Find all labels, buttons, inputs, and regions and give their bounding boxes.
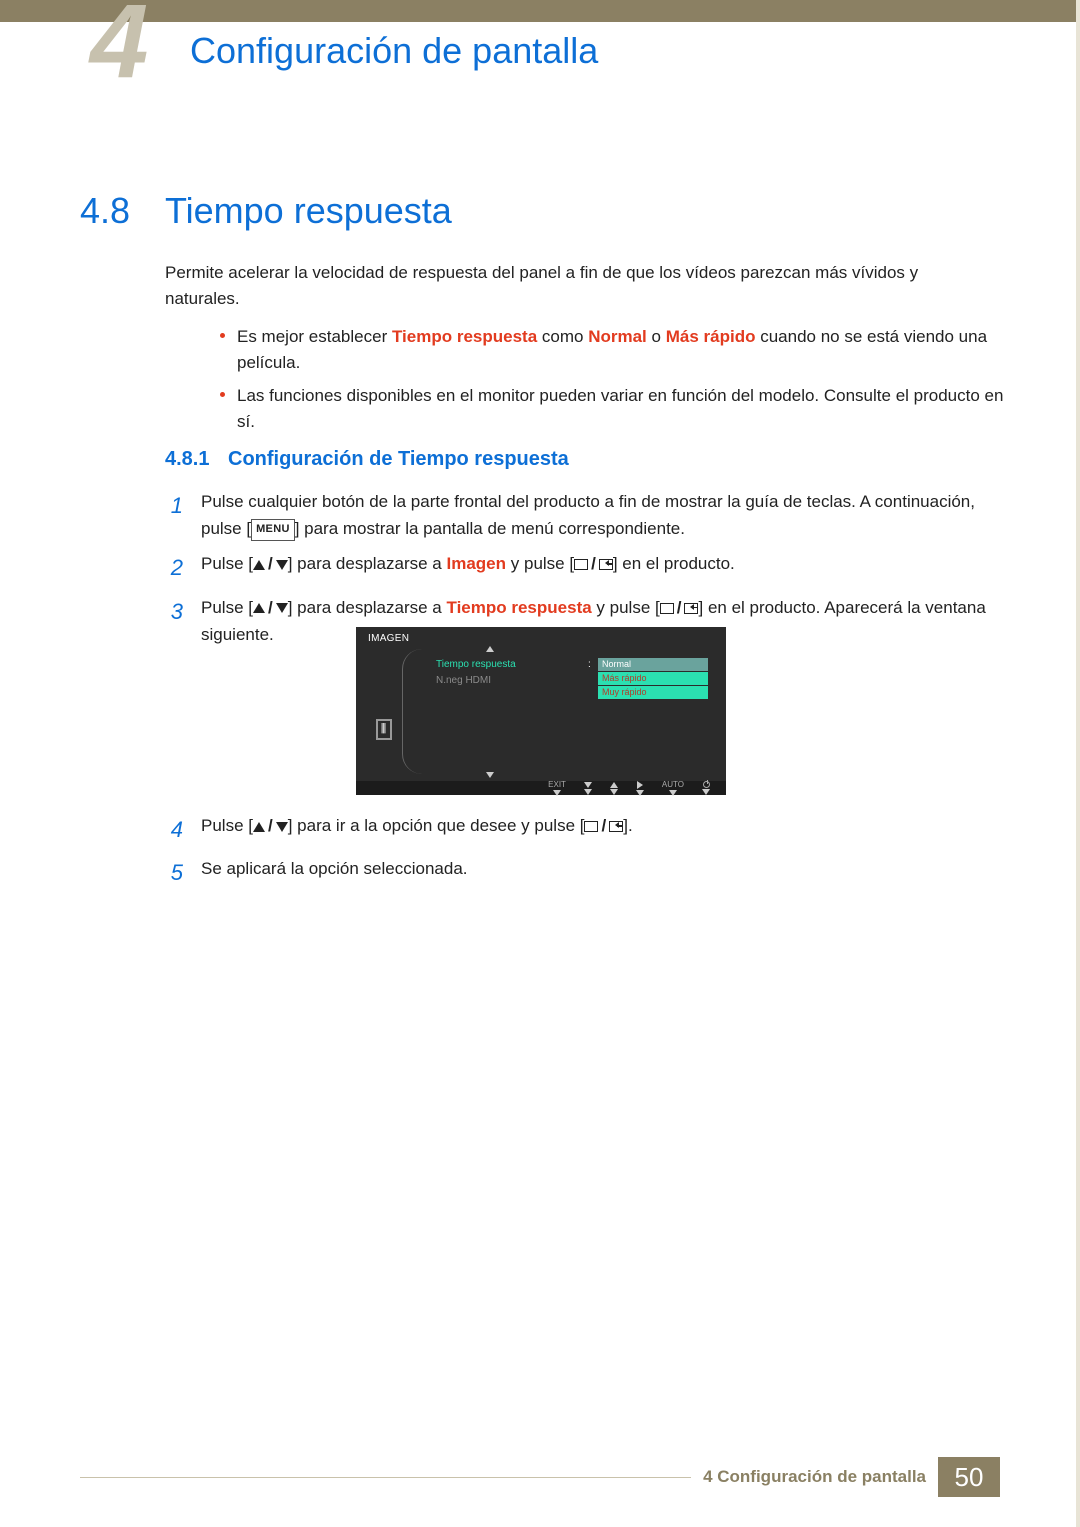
footer-chapter-label: 4 Configuración de pantalla	[703, 1467, 926, 1487]
osd-footer-auto: AUTO	[662, 780, 684, 796]
step-text: Pulse cualquier botón de la parte fronta…	[201, 488, 995, 542]
osd-footer-exit: EXIT	[548, 780, 566, 796]
osd-option-selected: Normal	[598, 658, 708, 671]
frame-icon	[660, 603, 674, 614]
osd-footer-up	[610, 782, 618, 795]
osd-brand-icon: ⫼	[376, 719, 392, 740]
step-text: Pulse [/] para desplazarse a Imagen y pu…	[201, 550, 995, 585]
note-text: Las funciones disponibles en el monitor …	[237, 383, 1010, 436]
step-number: 5	[165, 855, 183, 890]
bullet-icon	[220, 392, 225, 397]
osd-footer-power	[702, 781, 710, 795]
osd-option: Más rápido	[598, 672, 708, 685]
enter-icon	[684, 603, 698, 614]
step-text: Se aplicará la opción seleccionada.	[201, 855, 995, 890]
frame-icon	[574, 559, 588, 570]
osd-up-arrow-icon	[486, 646, 494, 652]
step: 5 Se aplicará la opción seleccionada.	[165, 855, 995, 890]
enter-icon	[609, 821, 623, 832]
osd-menu-item: N.neg HDMI	[436, 675, 491, 686]
steps-list-cont: 4 Pulse [/] para ir a la opción que dese…	[165, 812, 995, 898]
step-text: Pulse [/] para ir a la opción que desee …	[201, 812, 995, 847]
osd-menu-item-active: Tiempo respuesta	[436, 659, 516, 670]
footer-rule	[80, 1477, 691, 1478]
osd-footer-down	[584, 782, 592, 795]
page-footer: 4 Configuración de pantalla 50	[80, 1457, 1000, 1497]
step-number: 2	[165, 550, 183, 585]
enter-icon	[599, 559, 613, 570]
step: 1 Pulse cualquier botón de la parte fron…	[165, 488, 995, 542]
header-band	[0, 0, 1080, 22]
osd-footer-right	[636, 781, 644, 796]
osd-option: Muy rápido	[598, 686, 708, 699]
power-icon	[703, 781, 710, 788]
down-arrow-icon	[276, 822, 288, 832]
down-arrow-icon	[276, 603, 288, 613]
frame-icon	[584, 821, 598, 832]
up-arrow-icon	[253, 603, 265, 613]
subsection-title: Configuración de Tiempo respuesta	[228, 448, 569, 471]
note-text: Es mejor establecer Tiempo respuesta com…	[237, 324, 1010, 377]
note-item: Las funciones disponibles en el monitor …	[220, 383, 1010, 436]
step: 4 Pulse [/] para ir a la opción que dese…	[165, 812, 995, 847]
osd-arc-decoration	[402, 649, 428, 774]
subsection-number: 4.8.1	[165, 448, 209, 471]
page-number: 50	[938, 1457, 1000, 1497]
step: 2 Pulse [/] para desplazarse a Imagen y …	[165, 550, 995, 585]
chapter-title: Configuración de pantalla	[190, 30, 598, 72]
osd-title: IMAGEN	[368, 633, 409, 644]
osd-down-arrow-icon	[486, 772, 494, 778]
menu-key-icon: MENU	[251, 519, 295, 541]
section-number: 4.8	[80, 190, 130, 232]
bullet-icon	[220, 333, 225, 338]
osd-colon: :	[588, 659, 591, 670]
note-item: Es mejor establecer Tiempo respuesta com…	[220, 324, 1010, 377]
step-number: 4	[165, 812, 183, 847]
step-number: 3	[165, 594, 183, 648]
down-arrow-icon	[276, 560, 288, 570]
section-intro: Permite acelerar la velocidad de respues…	[165, 260, 995, 313]
note-area: Es mejor establecer Tiempo respuesta com…	[220, 318, 1010, 435]
side-strip	[1076, 0, 1080, 1527]
up-arrow-icon	[253, 560, 265, 570]
osd-screenshot: IMAGEN Tiempo respuesta : N.neg HDMI Nor…	[356, 627, 726, 795]
up-arrow-icon	[253, 822, 265, 832]
chapter-number-bg: 4	[90, 0, 142, 84]
step-number: 1	[165, 488, 183, 542]
section-title: Tiempo respuesta	[165, 190, 452, 232]
osd-footer: EXIT AUTO	[356, 781, 726, 795]
